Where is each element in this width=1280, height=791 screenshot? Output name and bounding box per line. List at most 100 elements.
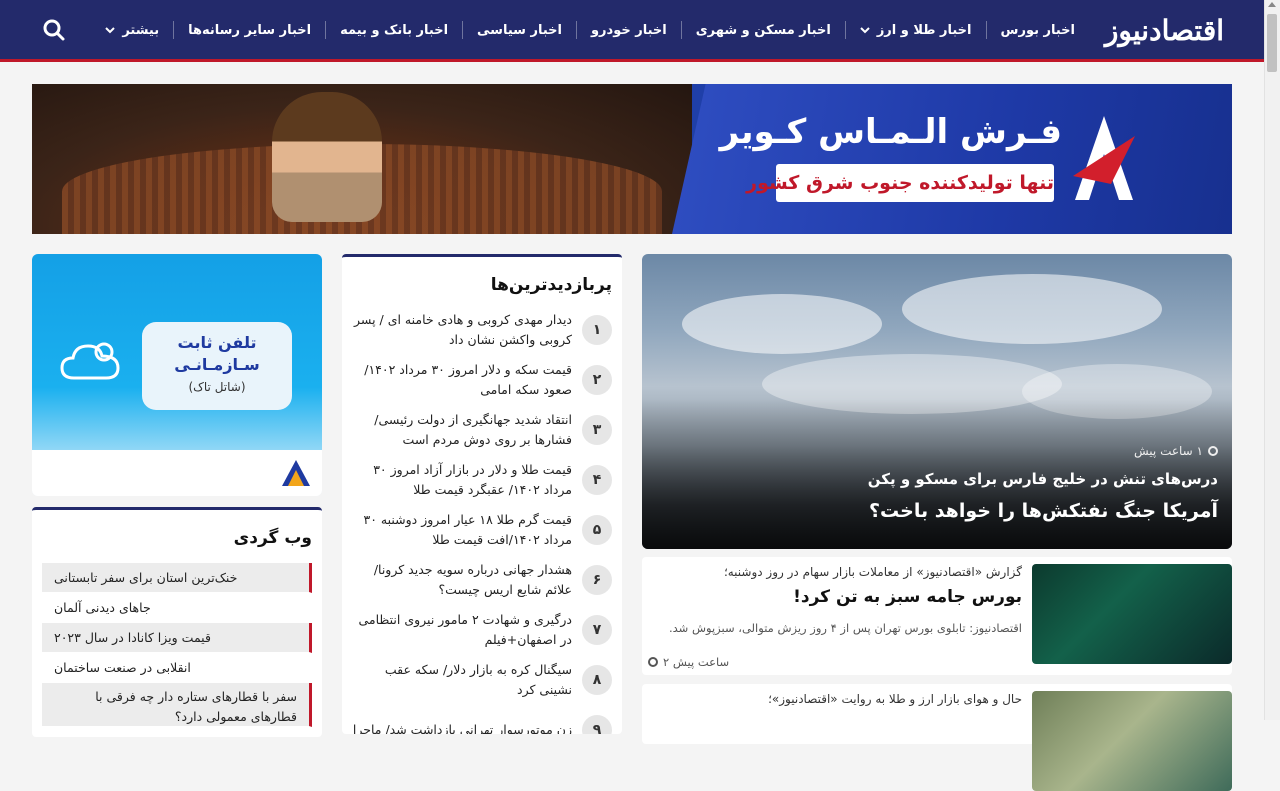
headline-link[interactable]: درگیری و شهادت ۲ مامور نیروی انتظامی در … (350, 610, 572, 650)
banner-child-image (272, 92, 382, 222)
nav-label: اخبار سیاسی (477, 22, 562, 38)
carpet-ad-banner[interactable]: فـرش الـمـاس کـویر تنها تولیدکننده جنوب … (32, 84, 1232, 234)
web-gardi-title: وب گردی (233, 528, 312, 548)
rank-badge: ۷ (582, 615, 612, 645)
news-card[interactable]: گزارش «اقتصادنیوز» از معاملات بازار سهام… (642, 557, 1232, 675)
site-logo[interactable]: اقتصادنیوز (1105, 6, 1224, 56)
site-header: اقتصادنیوز اخبار بورس اخبار طلا و ارز اخ… (0, 0, 1264, 62)
news-kicker: گزارش «اقتصادنیوز» از معاملات بازار سهام… (723, 565, 1022, 579)
list-item[interactable]: سفر با قطارهای ستاره دار چه فرقی با قطار… (42, 683, 312, 727)
chevron-down-icon (105, 23, 116, 38)
most-viewed-list: ۱ دیدار مهدی کروبی و هادی خامنه ای / پسر … (350, 305, 612, 734)
rank-badge: ۲ (582, 365, 612, 395)
nav-item-more[interactable]: بیشتر (91, 23, 173, 38)
list-item[interactable]: انقلابی در صنعت ساختمان (42, 653, 312, 683)
list-item[interactable]: ۲ قیمت سکه و دلار امروز ۳۰ مرداد ۱۴۰۲/ صع… (350, 355, 612, 405)
ad-line-1: تلفن ثابت (177, 333, 257, 352)
nav-item-auto[interactable]: اخبار خودرو (577, 23, 681, 38)
most-viewed-box: پربازدیدترین‌ها ۱ دیدار مهدی کروبی و هادی… (342, 254, 622, 734)
nav-item-housing[interactable]: اخبار مسکن و شهری (682, 23, 845, 38)
nav-divider (462, 21, 464, 39)
time-text: ۱ ساعت پیش (1134, 444, 1203, 458)
nav-divider (575, 21, 577, 39)
nav-label: اخبار بورس (1000, 22, 1075, 38)
main-nav: اخبار بورس اخبار طلا و ارز اخبار مسکن و … (91, 0, 1089, 60)
list-item[interactable]: ۳ انتقاد شدید جهانگیری از دولت رئیسی/ فشا… (350, 405, 612, 455)
cloud-phone-icon (60, 340, 120, 382)
web-gardi-list: خنک‌ترین استان برای سفر تابستانی جاهای د… (42, 563, 312, 727)
rank-badge: ۶ (582, 565, 612, 595)
scrollbar-thumb[interactable] (1267, 14, 1277, 72)
headline-link[interactable]: هشدار جهانی درباره سویه جدید کرونا/ علائ… (350, 560, 572, 600)
nav-label: اخبار مسکن و شهری (695, 22, 831, 38)
nav-item-bourse[interactable]: اخبار بورس (987, 23, 1089, 38)
lead-story-subtitle: درس‌های تنش در خلیج فارس برای مسکو و پکن (867, 470, 1218, 488)
headline-link[interactable]: قیمت گرم طلا ۱۸ عیار امروز دوشنبه ۳۰ مرد… (350, 510, 572, 550)
nav-item-gold-currency[interactable]: اخبار طلا و ارز (846, 23, 986, 38)
list-item[interactable]: خنک‌ترین استان برای سفر تابستانی (42, 563, 312, 593)
nav-label: اخبار طلا و ارز (876, 22, 972, 38)
most-viewed-title: پربازدیدترین‌ها (490, 275, 612, 295)
shatel-logo-icon (282, 460, 310, 486)
headline-link[interactable]: دیدار مهدی کروبی و هادی خامنه ای / پسر ک… (350, 310, 572, 350)
headline-link[interactable]: قیمت سکه و دلار امروز ۳۰ مرداد ۱۴۰۲/ صعو… (350, 360, 572, 400)
headline-link[interactable]: قیمت طلا و دلار در بازار آزاد امروز ۳۰ م… (350, 460, 572, 500)
news-lead: اقتصادنیوز: تابلوی بورس تهران پس از ۴ رو… (668, 621, 1022, 635)
page-scrollbar[interactable] (1264, 0, 1280, 720)
rank-badge: ۵ (582, 515, 612, 545)
clock-icon (648, 657, 658, 667)
nav-divider (325, 21, 327, 39)
chevron-down-icon (860, 23, 870, 38)
headline-link[interactable]: سیگنال کره به بازار دلار/ سکه عقب نشینی … (350, 660, 572, 700)
shatel-ad-footer (32, 450, 322, 496)
nav-item-other-media[interactable]: اخبار سایر رسانه‌ها (174, 23, 325, 38)
ad-line-2: سـازمـانـی (174, 355, 260, 374)
nav-item-politics[interactable]: اخبار سیاسی (463, 23, 576, 38)
list-item[interactable]: ۷ درگیری و شهادت ۲ مامور نیروی انتظامی در… (350, 605, 612, 655)
news-card[interactable]: حال و هوای بازار ارز و طلا به روایت «اقت… (642, 684, 1232, 791)
news-title[interactable]: بورس جامه سبز به تن کرد! (793, 587, 1022, 607)
headline-link[interactable]: زن موتورسوار تهرانی بازداشت شد/ ماجرا (353, 720, 572, 734)
banner-tagline: تنها تولیدکننده جنوب شرق کشور (746, 164, 1054, 202)
cloud-shape (682, 294, 882, 354)
almas-kavir-logo-icon (1071, 114, 1137, 204)
list-item[interactable]: قیمت ویزا کانادا در سال ۲۰۲۳ (42, 623, 312, 653)
nav-divider (173, 21, 175, 39)
lead-story[interactable]: ۱ ساعت پیش درس‌های تنش در خلیج فارس برای… (642, 254, 1232, 549)
nav-divider (985, 21, 987, 39)
lead-story-title[interactable]: آمریکا جنگ نفتکش‌ها را خواهد باخت؟ (869, 500, 1218, 522)
shatel-ad[interactable]: تلفن ثابت سـازمـانـی (شاتل تاک) (32, 254, 322, 496)
rank-badge: ۹ (582, 715, 612, 734)
search-icon[interactable] (42, 18, 66, 42)
nav-item-bank-insurance[interactable]: اخبار بانک و بیمه (326, 23, 462, 38)
nav-divider (844, 21, 846, 39)
list-item[interactable]: ۴ قیمت طلا و دلار در بازار آزاد امروز ۳۰ … (350, 455, 612, 505)
web-gardi-box: وب گردی خنک‌ترین استان برای سفر تابستانی… (32, 507, 322, 737)
news-card-image[interactable] (1032, 564, 1232, 664)
list-item[interactable]: ۱ دیدار مهدی کروبی و هادی خامنه ای / پسر … (350, 305, 612, 355)
banner-blue-panel (672, 84, 1232, 234)
list-item[interactable]: جاهای دیدنی آلمان (42, 593, 312, 623)
scroll-up-arrow-icon[interactable] (1268, 2, 1276, 7)
banner-title: فـرش الـمـاس کـویر (719, 112, 1062, 152)
rank-badge: ۳ (582, 415, 612, 445)
nav-label: اخبار بانک و بیمه (340, 22, 449, 38)
ad-line-3: (شاتل تاک) (188, 380, 246, 394)
news-time: ۲ ساعت پیش (648, 655, 729, 669)
shatel-ad-card: تلفن ثابت سـازمـانـی (شاتل تاک) (142, 322, 292, 410)
time-text: ۲ ساعت پیش (663, 655, 730, 669)
nav-divider (680, 21, 682, 39)
banner-photo (32, 84, 692, 234)
nav-label: اخبار خودرو (590, 22, 667, 38)
list-item[interactable]: ۵ قیمت گرم طلا ۱۸ عیار امروز دوشنبه ۳۰ مر… (350, 505, 612, 555)
clock-icon (1208, 446, 1218, 456)
list-item[interactable]: ۶ هشدار جهانی درباره سویه جدید کرونا/ علا… (350, 555, 612, 605)
list-item[interactable]: ۸ سیگنال کره به بازار دلار/ سکه عقب نشینی… (350, 655, 612, 705)
rank-badge: ۸ (582, 665, 612, 695)
headline-link[interactable]: انتقاد شدید جهانگیری از دولت رئیسی/ فشار… (350, 410, 572, 450)
rank-badge: ۱ (582, 315, 612, 345)
rank-badge: ۴ (582, 465, 612, 495)
nav-label: اخبار سایر رسانه‌ها (188, 22, 312, 38)
news-card-image[interactable] (1032, 691, 1232, 791)
lead-story-time: ۱ ساعت پیش (1134, 444, 1218, 458)
